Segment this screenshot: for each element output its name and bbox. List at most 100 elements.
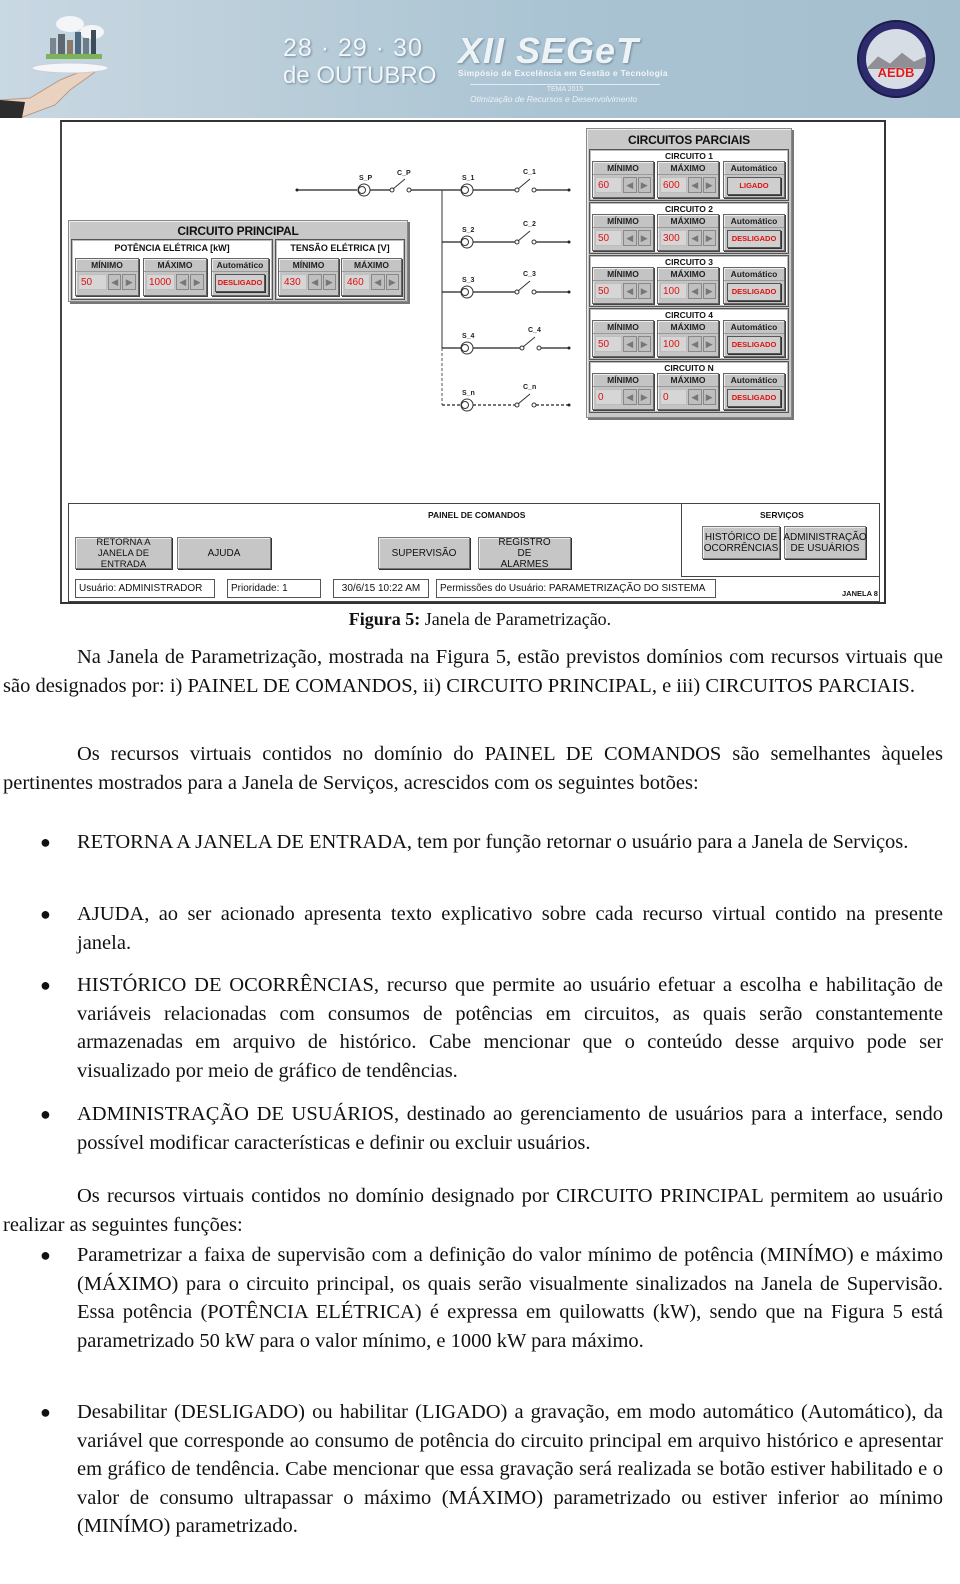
- registro-alarmes-button[interactable]: REGISTRO DE ALARMES: [478, 537, 571, 570]
- stepper-label: MÁXIMO: [658, 215, 718, 228]
- list-item: ● HISTÓRICO DE OCORRÊNCIAS, recurso que …: [0, 971, 943, 1085]
- administracao-usuarios-button[interactable]: ADMINISTRAÇÃO DE USUÁRIOS: [783, 526, 867, 559]
- list-item: ● AJUDA, ao ser acionado apresenta texto…: [0, 900, 943, 957]
- decrement-arrow-icon[interactable]: ◀: [175, 274, 190, 290]
- decrement-arrow-icon[interactable]: ◀: [688, 336, 702, 352]
- switch-icon: [519, 336, 542, 351]
- theme-text: Otimização de Recursos e Desenvolvimento: [470, 94, 638, 104]
- switch-icon: [514, 280, 537, 295]
- decrement-arrow-icon[interactable]: ◀: [623, 389, 637, 405]
- bullet-icon: ●: [40, 975, 51, 995]
- supervisao-button[interactable]: SUPERVISÃO: [378, 537, 470, 569]
- historico-ocorrencias-button[interactable]: HISTÓRICO DE OCORRÊNCIAS: [702, 526, 780, 559]
- permissions-status: Permissões do Usuário: PARAMETRIZAÇÃO DO…: [436, 579, 716, 598]
- decrement-arrow-icon[interactable]: ◀: [688, 177, 702, 193]
- auto-toggle[interactable]: Automático DESLIGADO: [723, 373, 785, 410]
- min-stepper[interactable]: MÍNIMO 0 ◀ ▶: [592, 373, 654, 410]
- auto-toggle[interactable]: Automático DESLIGADO: [723, 320, 785, 357]
- potencia-auto-toggle[interactable]: Automático DESLIGADO: [211, 258, 269, 296]
- list-item-text: Parametrizar a faixa de supervisão com a…: [77, 1244, 943, 1352]
- increment-arrow-icon[interactable]: ▶: [637, 336, 651, 352]
- auto-toggle[interactable]: Automático DESLIGADO: [723, 267, 785, 304]
- increment-arrow-icon[interactable]: ▶: [637, 230, 651, 246]
- max-stepper[interactable]: MÁXIMO 100 ◀ ▶: [657, 320, 719, 357]
- min-stepper[interactable]: MÍNIMO 50 ◀ ▶: [592, 267, 654, 304]
- painel-title: PAINEL DE COMANDOS: [428, 510, 526, 520]
- retorna-janela-entrada-button[interactable]: RETORNA A JANELA DE ENTRADA: [75, 537, 172, 570]
- increment-arrow-icon[interactable]: ▶: [702, 177, 716, 193]
- increment-arrow-icon[interactable]: ▶: [702, 389, 716, 405]
- ajuda-button[interactable]: AJUDA: [177, 537, 271, 569]
- decrement-arrow-icon[interactable]: ◀: [623, 336, 637, 352]
- auto-toggle[interactable]: Automático LIGADO: [723, 161, 785, 198]
- decrement-arrow-icon[interactable]: ◀: [623, 230, 637, 246]
- decrement-arrow-icon[interactable]: ◀: [623, 177, 637, 193]
- stepper-value[interactable]: 60: [595, 177, 622, 193]
- decrement-arrow-icon[interactable]: ◀: [688, 389, 702, 405]
- auto-state-button[interactable]: DESLIGADO: [215, 274, 265, 292]
- auto-state-button[interactable]: DESLIGADO: [727, 283, 781, 301]
- group-title: CIRCUITO N: [664, 363, 714, 373]
- switch-icon: [514, 178, 537, 193]
- stepper-value[interactable]: 300: [660, 230, 687, 246]
- stepper-value[interactable]: 1000: [146, 274, 175, 290]
- group-title: CIRCUITO 3: [664, 257, 714, 267]
- sensor-icon: [460, 235, 474, 249]
- schematic-label: C_3: [523, 271, 536, 278]
- auto-state-button[interactable]: LIGADO: [727, 177, 781, 195]
- stepper-value[interactable]: 100: [660, 336, 687, 352]
- auto-state-button[interactable]: DESLIGADO: [727, 336, 781, 354]
- max-stepper[interactable]: MÁXIMO 0 ◀ ▶: [657, 373, 719, 410]
- max-stepper[interactable]: MÁXIMO 600 ◀ ▶: [657, 161, 719, 198]
- event-logo-text: XII SEGeT: [458, 30, 640, 71]
- stepper-value[interactable]: 50: [595, 230, 622, 246]
- decrement-arrow-icon[interactable]: ◀: [688, 283, 702, 299]
- bullet-icon: ●: [40, 1402, 51, 1422]
- caption-text: Janela de Parametrização.: [420, 609, 612, 629]
- max-stepper[interactable]: MÁXIMO 100 ◀ ▶: [657, 267, 719, 304]
- auto-state-button[interactable]: DESLIGADO: [727, 230, 781, 248]
- schematic-label: C_P: [397, 170, 411, 177]
- decrement-arrow-icon[interactable]: ◀: [623, 283, 637, 299]
- branch-circuit: S_1 C_1: [442, 169, 571, 197]
- stepper-value[interactable]: 50: [595, 283, 622, 299]
- increment-arrow-icon[interactable]: ▶: [702, 230, 716, 246]
- banner-month: de OUTUBRO: [283, 62, 437, 89]
- stepper-value[interactable]: 0: [660, 389, 687, 405]
- increment-arrow-icon[interactable]: ▶: [637, 389, 651, 405]
- auto-state-button[interactable]: DESLIGADO: [727, 389, 781, 407]
- main-line: S_P C_P: [295, 170, 442, 197]
- min-stepper[interactable]: MÍNIMO 60 ◀ ▶: [592, 161, 654, 198]
- datetime-status: 30/6/15 10:22 AM: [333, 579, 429, 598]
- auto-toggle[interactable]: Automático DESLIGADO: [723, 214, 785, 251]
- stepper-value[interactable]: 0: [595, 389, 622, 405]
- increment-arrow-icon[interactable]: ▶: [702, 283, 716, 299]
- circuito-parcial-group: CIRCUITO 1 MÍNIMO 60 ◀ ▶ MÁXIMO 600 ◀ ▶ …: [589, 149, 789, 201]
- schematic-label: S_3: [462, 277, 475, 284]
- servicos-section: SERVIÇOS HISTÓRICO DE OCORRÊNCIAS ADMINI…: [681, 504, 879, 577]
- increment-arrow-icon[interactable]: ▶: [637, 283, 651, 299]
- decrement-arrow-icon[interactable]: ◀: [688, 230, 702, 246]
- toggle-label: Automático: [212, 259, 268, 272]
- potencia-min-stepper[interactable]: MÍNIMO 50 ◀ ▶: [75, 258, 139, 296]
- stepper-value[interactable]: 100: [660, 283, 687, 299]
- increment-arrow-icon[interactable]: ▶: [190, 274, 204, 290]
- circuito-parcial-group: CIRCUITO 4 MÍNIMO 50 ◀ ▶ MÁXIMO 100 ◀ ▶ …: [589, 308, 789, 360]
- decrement-arrow-icon[interactable]: ◀: [107, 274, 122, 290]
- increment-arrow-icon[interactable]: ▶: [702, 336, 716, 352]
- increment-arrow-icon[interactable]: ▶: [637, 177, 651, 193]
- aedb-logo: AEDB: [857, 20, 935, 98]
- potencia-max-stepper[interactable]: MÁXIMO 1000 ◀ ▶: [143, 258, 207, 296]
- max-stepper[interactable]: MÁXIMO 300 ◀ ▶: [657, 214, 719, 251]
- schematic-label: S_2: [462, 227, 475, 234]
- min-stepper[interactable]: MÍNIMO 50 ◀ ▶: [592, 320, 654, 357]
- stepper-value[interactable]: 50: [78, 274, 107, 290]
- stepper-value[interactable]: 600: [660, 177, 687, 193]
- terminal-dot: [567, 188, 571, 192]
- stepper-value[interactable]: 50: [595, 336, 622, 352]
- toggle-label: Automático: [724, 215, 784, 228]
- min-stepper[interactable]: MÍNIMO 50 ◀ ▶: [592, 214, 654, 251]
- increment-arrow-icon[interactable]: ▶: [122, 274, 136, 290]
- painel-de-comandos: PAINEL DE COMANDOS RETORNA A JANELA DE E…: [68, 503, 880, 602]
- schematic-label: S_4: [462, 333, 475, 340]
